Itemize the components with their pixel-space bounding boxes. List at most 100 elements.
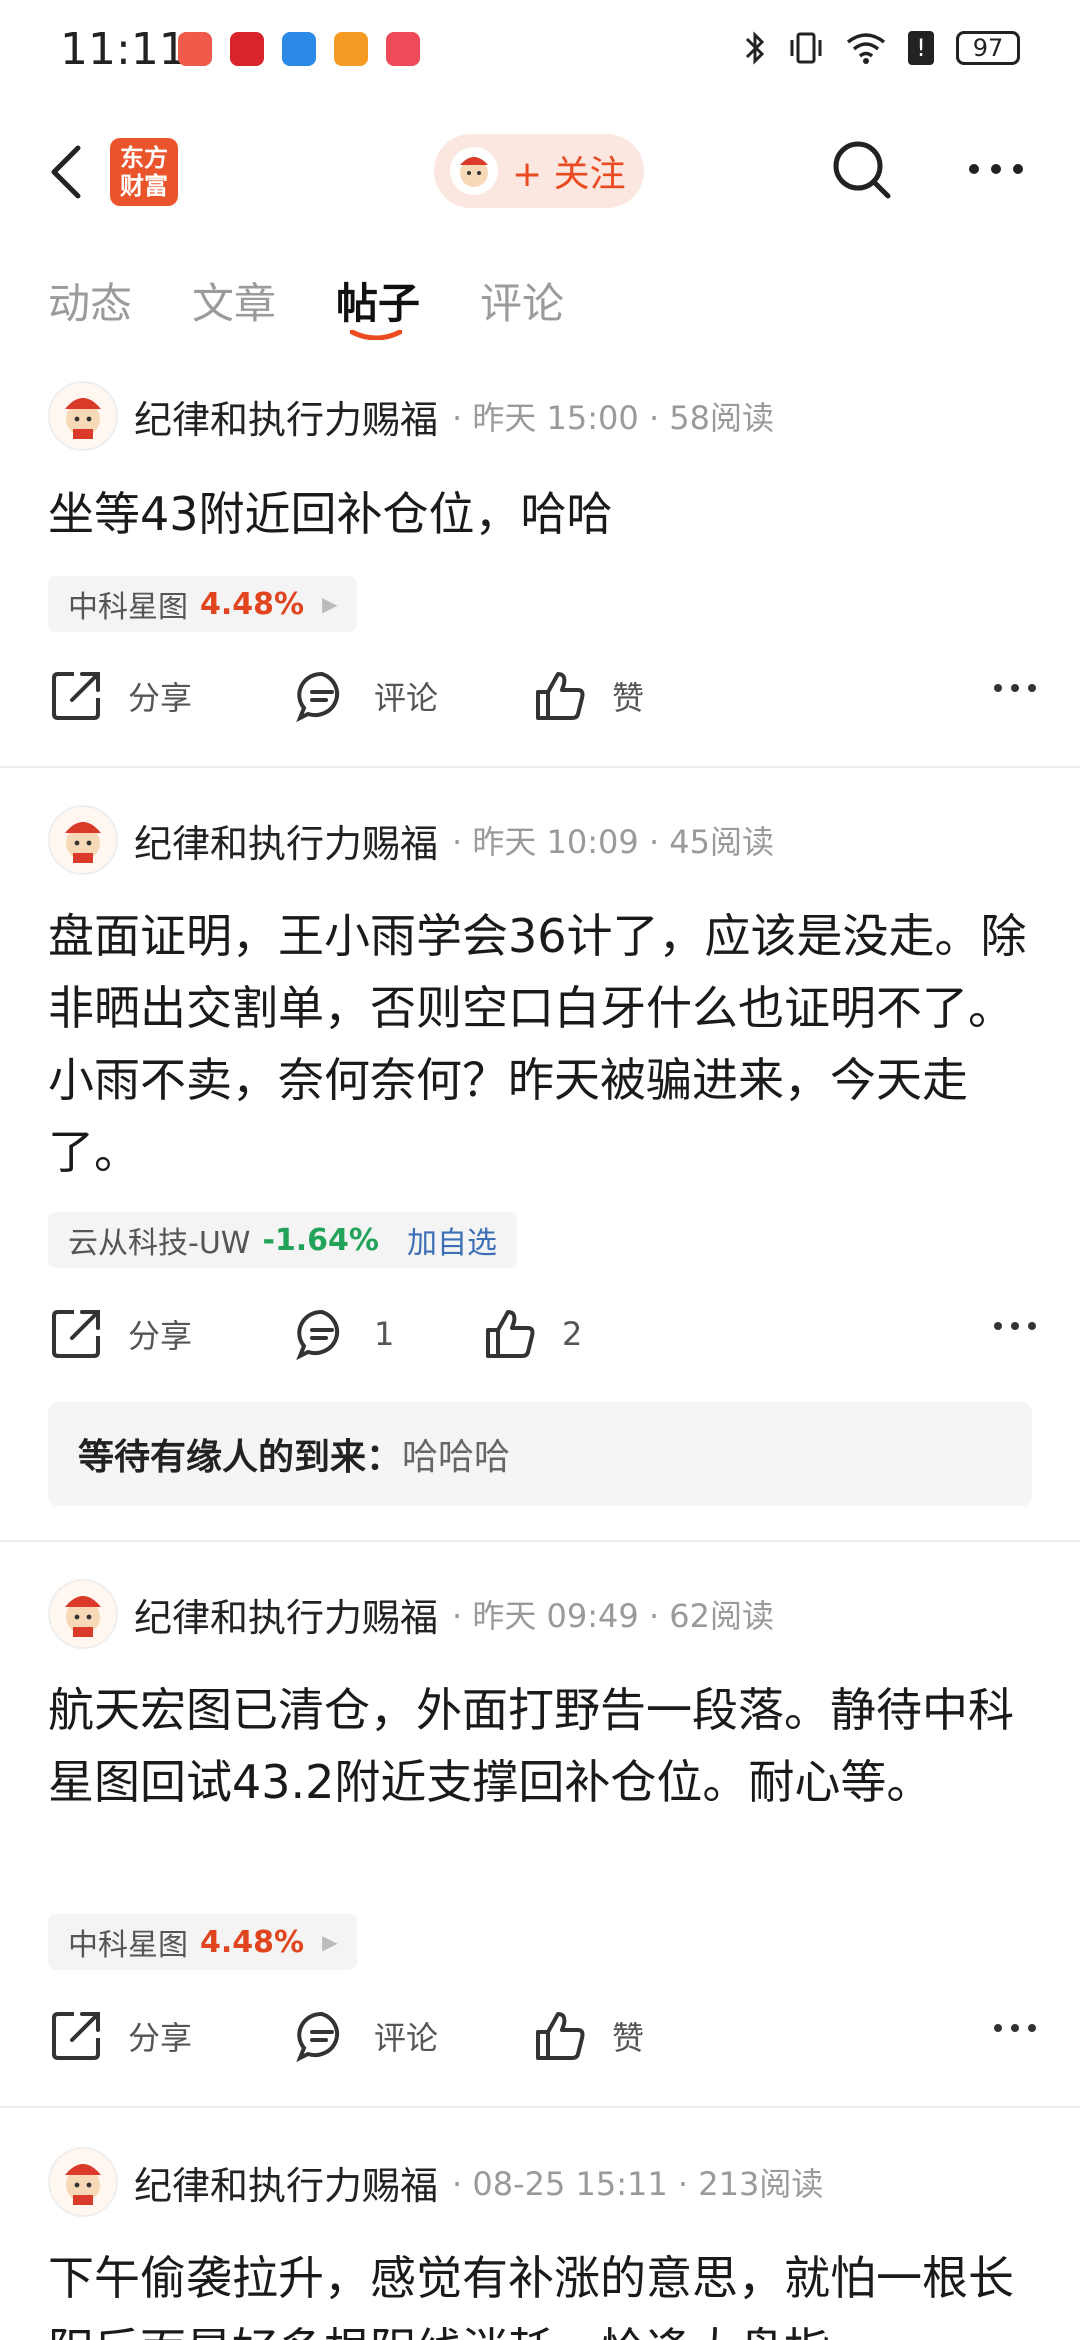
bluetooth-app-icon <box>282 32 316 66</box>
author-avatar-icon[interactable] <box>48 805 118 875</box>
post-more-icon[interactable] <box>992 2022 1038 2034</box>
thumbs-up-icon <box>536 2012 585 2060</box>
follow-label: + 关注 <box>512 154 626 195</box>
thumbs-up-icon <box>536 672 585 720</box>
share-icon <box>52 1310 100 1358</box>
stock-change: 4.48% <box>200 1924 305 1960</box>
post-text[interactable]: 航天宏图已清仓，外面打野告一段落。静待中科星图回试43.2附近支撑回补仓位。耐心… <box>48 1674 1038 1818</box>
add-watchlist-button[interactable]: 加自选 <box>407 1218 497 1262</box>
post-author[interactable]: 纪律和执行力赐福 · 昨天 15:00 · 58阅读 <box>48 380 774 452</box>
divider <box>0 766 1080 768</box>
active-tab-indicator <box>350 330 403 340</box>
stock-name: 云从科技-UW <box>68 1226 251 1261</box>
play-arrow-icon: ▶ <box>322 592 338 616</box>
app-notification-icon <box>334 32 368 66</box>
app-notification-icon <box>386 32 420 66</box>
post-meta: · 昨天 15:00 · 58阅读 <box>452 399 775 437</box>
comment-button[interactable]: 评论 <box>294 2008 438 2064</box>
back-arrow-icon[interactable] <box>46 142 86 202</box>
post-author[interactable]: 纪律和执行力赐福 · 08-25 15:11 · 213阅读 <box>48 2146 823 2218</box>
commenter-name[interactable]: 等待有缘人的到来： <box>78 1428 402 1480</box>
post-reads: 62阅读 <box>669 1597 775 1635</box>
share-label: 分享 <box>128 1317 193 1355</box>
header: 东方 财富 + 关注 <box>0 118 1080 226</box>
post-actions: 分享 评论 赞 <box>48 2008 1038 2068</box>
status-bar: 11:11 ! 97 <box>0 0 1080 104</box>
user-avatar-icon <box>450 147 498 195</box>
post-reads: 45阅读 <box>669 823 775 861</box>
post-time: 08-25 15:11 <box>472 2165 668 2203</box>
share-icon <box>52 2012 100 2060</box>
author-avatar-icon[interactable] <box>48 381 118 451</box>
stock-name: 中科星图 <box>68 590 188 625</box>
tab-label: 评论 <box>480 279 565 328</box>
wifi-icon <box>846 33 886 64</box>
comment-count: 1 <box>374 1315 395 1353</box>
share-label: 分享 <box>128 2019 193 2057</box>
status-time: 11:11 <box>60 24 187 75</box>
comment-preview[interactable]: 等待有缘人的到来： 哈哈哈 <box>48 1402 1032 1506</box>
comment-label: 评论 <box>374 2019 439 2057</box>
play-arrow-icon: ▶ <box>322 1930 338 1954</box>
author-name[interactable]: 纪律和执行力赐福 <box>134 2155 438 2210</box>
author-name[interactable]: 纪律和执行力赐福 <box>134 813 438 868</box>
post-text[interactable]: 坐等43附近回补仓位，哈哈 <box>48 478 1038 550</box>
author-name[interactable]: 纪律和执行力赐福 <box>134 389 438 444</box>
comment-label: 评论 <box>374 679 439 717</box>
comment-button[interactable]: 评论 <box>294 668 438 724</box>
stock-tag[interactable]: 中科星图 4.48% ▶ <box>48 1914 358 1970</box>
share-button[interactable]: 分享 <box>48 2008 192 2064</box>
tab-dynamic[interactable]: 动态 <box>48 270 132 331</box>
author-avatar-icon[interactable] <box>48 1579 118 1649</box>
comment-icon <box>296 671 340 723</box>
stock-tag[interactable]: 云从科技-UW -1.64% 加自选 <box>48 1212 517 1268</box>
comment-button[interactable]: 1 <box>294 1306 394 1362</box>
post-time: 昨天 15:00 <box>472 399 639 437</box>
stock-name: 中科星图 <box>68 1928 188 1963</box>
tab-comments[interactable]: 评论 <box>480 270 564 331</box>
divider <box>0 2106 1080 2108</box>
post-more-icon[interactable] <box>992 682 1038 694</box>
stock-tag[interactable]: 中科星图 4.48% ▶ <box>48 576 358 632</box>
tab-label: 文章 <box>192 279 277 328</box>
post-reads: 213阅读 <box>698 2165 824 2203</box>
app-notification-icon <box>230 32 264 66</box>
like-button[interactable]: 赞 <box>532 668 644 724</box>
logo-line-2: 财富 <box>120 172 168 200</box>
post-more-icon[interactable] <box>992 1320 1038 1332</box>
share-button[interactable]: 分享 <box>48 1306 192 1362</box>
stock-change: -1.64% <box>262 1222 379 1258</box>
comment-icon <box>296 1309 340 1361</box>
like-label: 赞 <box>612 679 645 717</box>
post-text[interactable]: 盘面证明，王小雨学会36计了，应该是没走。除非晒出交割单，否则空口白牙什么也证明… <box>48 900 1038 1188</box>
tab-posts[interactable]: 帖子 <box>336 270 421 340</box>
tab-label: 帖子 <box>336 279 421 328</box>
post-meta: · 昨天 10:09 · 45阅读 <box>452 823 775 861</box>
battery-icon: 97 <box>956 31 1020 65</box>
more-options-icon[interactable] <box>966 154 1026 184</box>
post-meta: · 昨天 09:49 · 62阅读 <box>452 1597 775 1635</box>
alert-icon: ! <box>908 31 934 65</box>
author-name[interactable]: 纪律和执行力赐福 <box>134 1587 438 1642</box>
post-author[interactable]: 纪律和执行力赐福 · 昨天 10:09 · 45阅读 <box>48 804 774 876</box>
post-time: 昨天 10:09 <box>472 823 639 861</box>
like-button[interactable]: 赞 <box>532 2008 644 2064</box>
share-button[interactable]: 分享 <box>48 668 192 724</box>
like-button[interactable]: 2 <box>482 1306 582 1362</box>
notification-icons <box>178 32 420 66</box>
post-author[interactable]: 纪律和执行力赐福 · 昨天 09:49 · 62阅读 <box>48 1578 774 1650</box>
post-reads: 58阅读 <box>669 399 775 437</box>
search-icon[interactable] <box>830 138 894 202</box>
system-icons: ! 97 <box>744 30 1020 66</box>
post-actions: 分享 评论 赞 <box>48 668 1038 728</box>
divider <box>0 1540 1080 1542</box>
tab-articles[interactable]: 文章 <box>192 270 276 331</box>
vibrate-icon <box>790 32 822 64</box>
follow-button[interactable]: + 关注 <box>434 134 644 208</box>
author-avatar-icon[interactable] <box>48 2147 118 2217</box>
logo-line-1: 东方 <box>120 144 168 172</box>
post-time: 昨天 09:49 <box>472 1597 639 1635</box>
post-text[interactable]: 下午偷袭拉升，感觉有补涨的意思，就怕一根长阳后面是好多根阴线消耗，恰逢大盘指 <box>48 2242 1038 2340</box>
post-actions: 分享 1 2 <box>48 1306 1038 1366</box>
share-icon <box>52 672 100 720</box>
